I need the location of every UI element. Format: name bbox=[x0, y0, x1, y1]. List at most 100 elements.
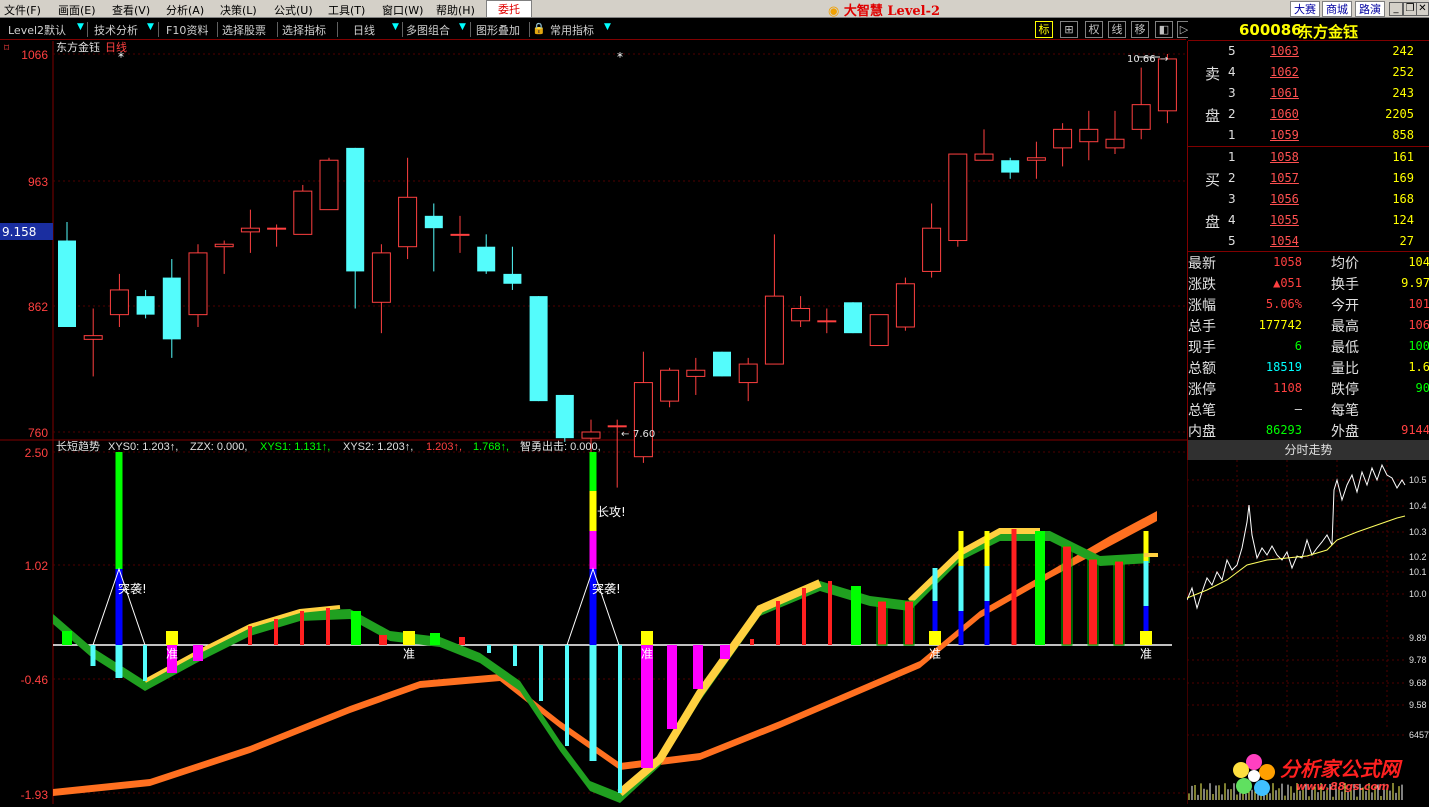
candle-body bbox=[844, 302, 862, 334]
ob-volume: 169 bbox=[1392, 171, 1414, 185]
link-roadshow[interactable]: 路演 bbox=[1355, 1, 1385, 17]
menu-decision[interactable]: 决策(L) bbox=[220, 2, 257, 18]
ob-level: 2 bbox=[1228, 107, 1236, 121]
ob-price: 1058 bbox=[1270, 150, 1299, 164]
orderbook-sell-row[interactable]: 4 1062 252 bbox=[1188, 62, 1429, 83]
tb-select-stock[interactable]: 选择股票 bbox=[222, 22, 266, 38]
tb-tech-analysis[interactable]: 技术分析 bbox=[94, 22, 138, 38]
menu-file[interactable]: 文件(F) bbox=[4, 2, 41, 18]
candle-body bbox=[607, 425, 627, 428]
stat-label: 涨幅 bbox=[1188, 298, 1216, 314]
line-icon[interactable]: 线 bbox=[1108, 21, 1126, 38]
high-arrow-icon: → bbox=[1160, 54, 1168, 65]
ob-volume: 252 bbox=[1392, 65, 1414, 79]
indicator-bar bbox=[565, 645, 569, 746]
dropdown-arrow-icon[interactable]: ▼ bbox=[459, 22, 466, 32]
link-contest[interactable]: 大赛 bbox=[1290, 1, 1320, 17]
menu-view-screen[interactable]: 画面(E) bbox=[58, 2, 96, 18]
indicator-bar bbox=[90, 645, 96, 666]
menu-analysis[interactable]: 分析(A) bbox=[166, 2, 204, 18]
tb-multi-chart[interactable]: 多图组合 bbox=[406, 22, 450, 38]
tb-f10[interactable]: F10资料 bbox=[166, 22, 208, 38]
lock-icon[interactable]: 🔒 bbox=[532, 22, 546, 35]
candle-body bbox=[1053, 128, 1073, 149]
dropdown-arrow-icon[interactable]: ▼ bbox=[392, 22, 399, 32]
menu-help[interactable]: 帮助(H) bbox=[436, 2, 475, 18]
orderbook-buy-row[interactable]: 5 1054 27 bbox=[1188, 231, 1429, 252]
candle-body bbox=[922, 227, 942, 272]
low-arrow-icon: ← bbox=[621, 429, 629, 440]
orderbook-sell-row[interactable]: 1 1059 858 bbox=[1188, 125, 1429, 146]
ind-tick: -1.93 bbox=[21, 788, 49, 802]
tb-common-indicators[interactable]: 常用指标 bbox=[550, 22, 594, 38]
ob-volume: 124 bbox=[1392, 213, 1414, 227]
link-mall[interactable]: 商城 bbox=[1322, 1, 1352, 17]
mark-icon[interactable]: 标 bbox=[1035, 21, 1053, 38]
orderbook-buy-row[interactable]: 1 1058 161 bbox=[1188, 147, 1429, 168]
menu-view[interactable]: 查看(V) bbox=[112, 2, 150, 18]
stock-code[interactable]: 600086 bbox=[1239, 21, 1302, 39]
orderbook-buy-row[interactable]: 4 1055 124 bbox=[1188, 210, 1429, 231]
dropdown-arrow-icon[interactable]: ▼ bbox=[77, 22, 84, 32]
mini-chart-title[interactable]: 分时走势 bbox=[1187, 440, 1429, 460]
stat-label: 总手 bbox=[1188, 319, 1216, 335]
tb-level2-default[interactable]: Level2默认 bbox=[8, 22, 66, 38]
ob-volume: 161 bbox=[1392, 150, 1414, 164]
stat-label: 外盘 bbox=[1331, 424, 1359, 440]
divider bbox=[337, 22, 338, 37]
tuxi-label: 突袭! bbox=[592, 581, 621, 596]
orderbook-sell-row[interactable]: 2 1060 2205 bbox=[1188, 104, 1429, 125]
indicator-bar bbox=[1143, 606, 1149, 631]
divider bbox=[87, 22, 88, 37]
orderbook-buy-row[interactable]: 3 1056 168 bbox=[1188, 189, 1429, 210]
kline-chart[interactable]: ⌑ 东方金钰 日线 * * 1066 963 862 760 9.158 10.… bbox=[0, 41, 1187, 804]
grid-icon[interactable]: ⊞ bbox=[1060, 21, 1078, 38]
candle-body bbox=[450, 233, 470, 236]
candle-body bbox=[424, 215, 443, 229]
ind-tick: 2.50 bbox=[25, 446, 49, 460]
tb-select-indicator[interactable]: 选择指标 bbox=[282, 22, 326, 38]
candle-body bbox=[477, 246, 496, 272]
stat-value: 18519 bbox=[1265, 360, 1302, 374]
indicator-bar bbox=[828, 581, 832, 645]
indicator-bar bbox=[62, 631, 72, 645]
indicator-bar bbox=[667, 645, 677, 729]
move-icon[interactable]: 移 bbox=[1131, 21, 1149, 38]
menu-window[interactable]: 窗口(W) bbox=[382, 2, 423, 18]
event-marker-icon: * bbox=[118, 50, 124, 64]
menu-tools[interactable]: 工具(T) bbox=[328, 2, 365, 18]
dropdown-arrow-icon[interactable]: ▼ bbox=[147, 22, 154, 32]
restore-icon[interactable]: ❐ bbox=[1403, 2, 1417, 16]
zhun-label: 准 bbox=[1140, 647, 1152, 661]
indicator-bar bbox=[115, 645, 123, 678]
zhun-label: 准 bbox=[403, 647, 415, 661]
orderbook-buy-row[interactable]: 2 1057 169 bbox=[1188, 168, 1429, 189]
candle-body bbox=[503, 273, 522, 284]
indicator-bar bbox=[351, 611, 361, 645]
menu-formula[interactable]: 公式(U) bbox=[274, 2, 313, 18]
ob-level: 5 bbox=[1228, 44, 1236, 58]
tb-overlay[interactable]: 图形叠加 bbox=[476, 22, 520, 38]
orderbook-sell-row[interactable]: 3 1061 243 bbox=[1188, 83, 1429, 104]
dropdown-arrow-icon[interactable]: ▼ bbox=[604, 22, 611, 32]
indicator-bar bbox=[248, 626, 252, 645]
rights-icon[interactable]: 权 bbox=[1085, 21, 1103, 38]
price-tick: 862 bbox=[28, 300, 48, 314]
minimize-icon[interactable]: _ bbox=[1389, 2, 1403, 16]
legend-zzx: ZZX: 0.000, bbox=[190, 441, 247, 453]
weituo-button[interactable]: 委托 bbox=[486, 0, 532, 18]
indicator-bar bbox=[984, 566, 990, 601]
legend-v5: 1.203↑, bbox=[426, 441, 462, 453]
candle-body bbox=[791, 307, 811, 322]
orderbook-sell-row[interactable]: 5 1063 242 bbox=[1188, 41, 1429, 62]
tb-daily[interactable]: 日线 bbox=[353, 22, 375, 38]
panel-icon[interactable]: ◧ bbox=[1155, 21, 1173, 38]
candle-body bbox=[555, 394, 574, 439]
close-icon[interactable]: ✕ bbox=[1416, 2, 1429, 16]
stat-label: 最高 bbox=[1331, 319, 1359, 335]
candle-body bbox=[633, 382, 653, 458]
ob-level: 4 bbox=[1228, 65, 1236, 79]
indicator-bar bbox=[958, 531, 964, 566]
divider bbox=[158, 22, 159, 37]
divider bbox=[1188, 251, 1429, 252]
